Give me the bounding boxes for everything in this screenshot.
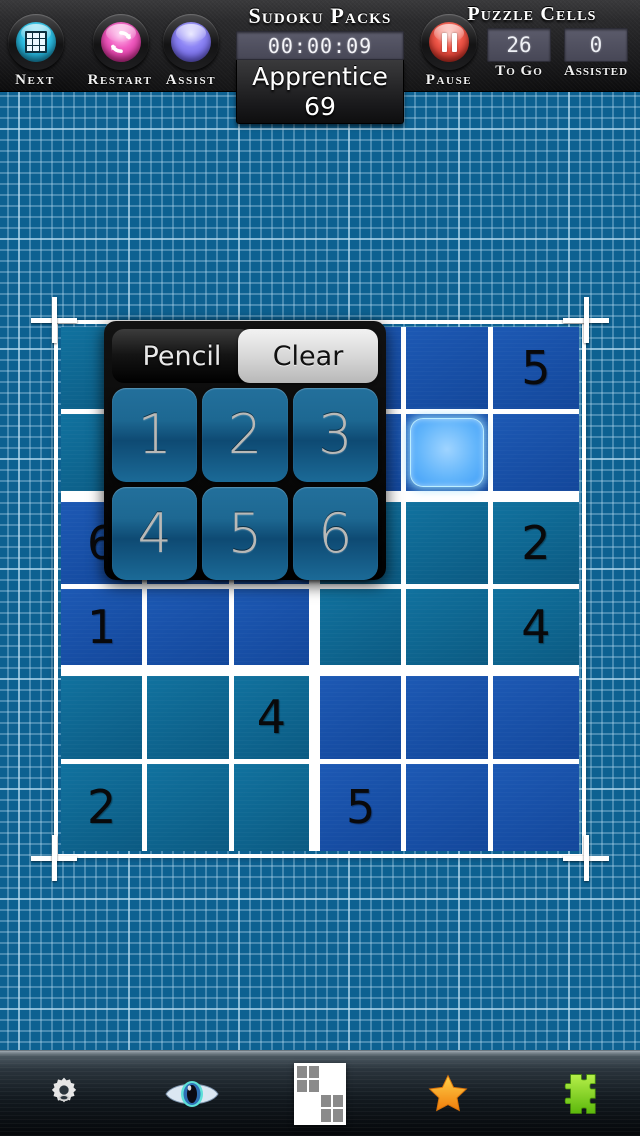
pack-name: Apprentice [252, 62, 388, 91]
bulb-icon [171, 22, 211, 62]
sudoku-cell-r0-c4[interactable] [406, 327, 493, 415]
sudoku-cell-r3-c5[interactable]: 4 [492, 589, 579, 677]
corner-mark-top-left [31, 297, 77, 343]
number-key-3[interactable]: 3 [292, 388, 378, 482]
pencil-toggle-button[interactable]: Pencil [112, 329, 252, 383]
sudoku-cell-r4-c0[interactable] [61, 676, 148, 764]
puzzle-cells-title: Puzzle Cells [467, 3, 597, 25]
sudoku-cell-r3-c4[interactable] [406, 589, 493, 677]
pause-icon-background [429, 22, 469, 62]
pack-info-panel[interactable]: Apprentice 69 [236, 60, 404, 124]
eye-icon [165, 1080, 219, 1107]
pack-number: 69 [304, 92, 336, 121]
toolbar-item-favorites[interactable] [406, 1059, 490, 1129]
sudoku-cell-r1-c5[interactable] [492, 414, 579, 502]
sudoku-cell-r4-c1[interactable] [147, 676, 234, 764]
cell-value: 4 [256, 690, 286, 745]
sudoku-cell-r3-c0[interactable]: 1 [61, 589, 148, 677]
toolbar-item-puzzle[interactable] [278, 1059, 362, 1129]
corner-mark-bottom-left [31, 835, 77, 881]
star-icon [428, 1073, 468, 1111]
sudoku-cell-r5-c3[interactable]: 5 [320, 763, 407, 851]
timer-display: 00:00:09 [236, 31, 404, 60]
toolbar-item-hint[interactable] [150, 1059, 234, 1129]
sudoku-cell-r4-c2[interactable]: 4 [233, 676, 320, 764]
cell-value: 1 [87, 600, 117, 655]
sudoku-cell-r5-c4[interactable] [406, 763, 493, 851]
corner-mark-bottom-right [563, 835, 609, 881]
cell-value: 2 [87, 780, 117, 835]
number-key-1[interactable]: 1 [112, 388, 198, 482]
cell-value: 5 [346, 780, 376, 835]
toolbar-item-settings[interactable] [22, 1059, 106, 1129]
gear-icon [51, 1077, 77, 1102]
pause-icon [441, 32, 457, 52]
cell-value: 5 [521, 341, 551, 396]
number-key-6[interactable]: 6 [292, 486, 378, 580]
number-key-2[interactable]: 2 [202, 388, 288, 482]
sudoku-cell-r2-c4[interactable] [406, 501, 493, 589]
refresh-icon [111, 30, 131, 54]
sudoku-cell-r3-c2[interactable] [233, 589, 320, 677]
app-title: Sudoku Packs [248, 3, 392, 28]
assist-label: Assist [165, 72, 217, 88]
grid-icon [25, 31, 47, 53]
sudoku-cell-r5-c1[interactable] [147, 763, 234, 851]
sudoku-cell-r4-c3[interactable] [320, 676, 407, 764]
togo-counter: 26 [487, 28, 551, 62]
timer-value: 00:00:09 [267, 33, 373, 58]
sudoku-cell-r2-c5[interactable]: 2 [492, 501, 579, 589]
restart-button[interactable] [93, 14, 149, 70]
togo-value: 26 [506, 33, 532, 57]
sudoku-cell-r3-c3[interactable] [320, 589, 407, 677]
cell-value: 4 [521, 600, 551, 655]
number-key-5[interactable]: 5 [202, 486, 288, 580]
assisted-value: 0 [589, 33, 603, 57]
pad-mode-toggle: Pencil Clear [112, 329, 378, 383]
toolbar-item-packs[interactable] [534, 1059, 618, 1129]
assist-button[interactable] [163, 14, 219, 70]
number-pad-popup: Pencil Clear 123456 [104, 321, 386, 580]
selected-cell-highlight [410, 418, 484, 487]
cell-value: 2 [521, 515, 551, 570]
next-icon-background [16, 22, 56, 62]
sudoku-cell-r4-c4[interactable] [406, 676, 493, 764]
restart-icon-background [101, 22, 141, 62]
sudoku-cell-r5-c2[interactable] [233, 763, 320, 851]
sudoku-cell-r3-c1[interactable] [147, 589, 234, 677]
bottom-toolbar [0, 1050, 640, 1136]
assisted-label: Assisted [563, 63, 629, 79]
next-button[interactable] [8, 14, 64, 70]
number-key-grid: 123456 [112, 388, 378, 580]
number-key-4[interactable]: 4 [112, 486, 198, 580]
grid-board-icon [294, 1062, 346, 1125]
corner-mark-top-right [563, 297, 609, 343]
sudoku-cell-r1-c4[interactable] [406, 414, 493, 502]
puzzle-piece-icon [564, 1073, 596, 1114]
clear-toggle-button[interactable]: Clear [238, 329, 378, 383]
assisted-counter: 0 [564, 28, 628, 62]
sudoku-cell-r4-c5[interactable] [492, 676, 579, 764]
